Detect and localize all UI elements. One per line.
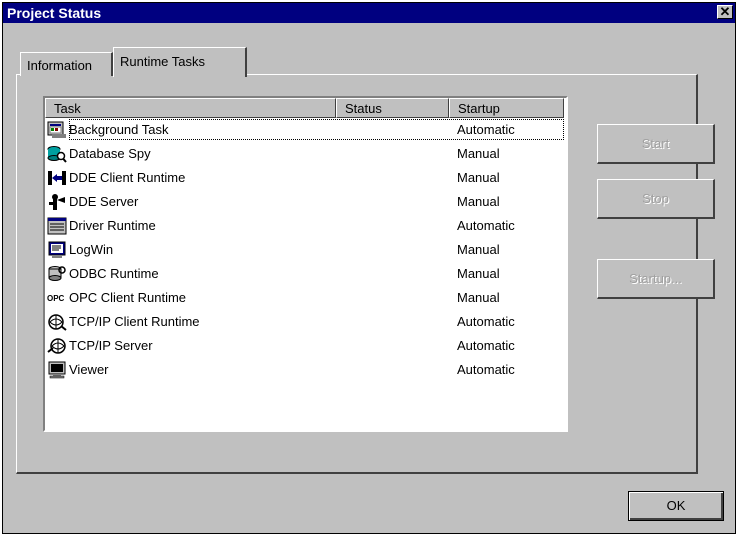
task-name: LogWin bbox=[69, 242, 114, 257]
task-startup: Automatic bbox=[457, 338, 515, 353]
task-name: DDE Server bbox=[69, 194, 139, 209]
table-row[interactable]: DDE Server Manual bbox=[45, 190, 566, 214]
database-spy-icon bbox=[47, 145, 67, 163]
column-header-task[interactable]: Task bbox=[45, 98, 336, 118]
startup-button[interactable]: Startup... bbox=[597, 259, 715, 299]
driver-runtime-icon bbox=[47, 217, 67, 235]
task-name: TCP/IP Server bbox=[69, 338, 153, 353]
task-name: DDE Client Runtime bbox=[69, 170, 186, 185]
table-row[interactable]: TCP/IP Server Automatic bbox=[45, 334, 566, 358]
column-header-status[interactable]: Status bbox=[336, 98, 449, 118]
tab-runtime-tasks-label: Runtime Tasks bbox=[120, 54, 206, 69]
table-row[interactable]: OPC OPC Client Runtime Manual bbox=[45, 286, 566, 310]
task-startup: Automatic bbox=[457, 218, 515, 233]
task-startup: Manual bbox=[457, 146, 500, 161]
tcpip-server-icon bbox=[47, 337, 67, 355]
table-row[interactable]: Database Spy Manual bbox=[45, 142, 566, 166]
task-list[interactable]: Task Status Startup Background Task Autom… bbox=[43, 96, 568, 432]
task-startup: Manual bbox=[457, 194, 500, 209]
task-startup: Manual bbox=[457, 242, 500, 257]
table-row[interactable]: LogWin Manual bbox=[45, 238, 566, 262]
column-header-status-label: Status bbox=[345, 101, 382, 116]
task-startup: Automatic bbox=[457, 362, 515, 377]
task-name: Database Spy bbox=[69, 146, 151, 161]
task-name: Viewer bbox=[69, 362, 109, 377]
table-row[interactable]: TCP/IP Client Runtime Automatic bbox=[45, 310, 566, 334]
task-startup: Automatic bbox=[457, 122, 515, 137]
table-row[interactable]: ODBC Runtime Manual bbox=[45, 262, 566, 286]
ok-button-label: OK bbox=[666, 498, 686, 513]
start-button-label: Start bbox=[641, 136, 670, 151]
dde-server-icon bbox=[47, 193, 67, 211]
close-button[interactable]: ✕ bbox=[717, 5, 733, 19]
tab-information[interactable]: Information bbox=[20, 52, 113, 76]
svg-text:OPC: OPC bbox=[47, 294, 65, 303]
task-startup: Manual bbox=[457, 266, 500, 281]
tab-runtime-tasks[interactable]: Runtime Tasks bbox=[113, 47, 247, 77]
ok-button[interactable]: OK bbox=[628, 491, 724, 521]
opc-icon: OPC bbox=[47, 289, 67, 307]
list-header: Task Status Startup bbox=[45, 98, 566, 118]
table-row[interactable]: Driver Runtime Automatic bbox=[45, 214, 566, 238]
task-startup: Manual bbox=[457, 290, 500, 305]
column-header-task-label: Task bbox=[54, 101, 81, 116]
odbc-icon bbox=[47, 265, 67, 283]
start-button[interactable]: Start bbox=[597, 124, 715, 164]
task-name: TCP/IP Client Runtime bbox=[69, 314, 200, 329]
task-name: ODBC Runtime bbox=[69, 266, 159, 281]
tcpip-client-icon bbox=[47, 313, 67, 331]
table-row[interactable]: Viewer Automatic bbox=[45, 358, 566, 382]
column-header-startup-label: Startup bbox=[458, 101, 500, 116]
background-task-icon bbox=[47, 121, 67, 139]
startup-button-label: Startup... bbox=[629, 271, 682, 286]
window-title: Project Status bbox=[7, 5, 102, 21]
title-bar: Project Status ✕ bbox=[3, 3, 735, 23]
stop-button-label: Stop bbox=[642, 191, 669, 206]
stop-button[interactable]: Stop bbox=[597, 179, 715, 219]
dde-client-icon bbox=[47, 169, 67, 187]
column-header-startup[interactable]: Startup bbox=[449, 98, 564, 118]
task-startup: Manual bbox=[457, 170, 500, 185]
task-name: Driver Runtime bbox=[69, 218, 156, 233]
task-name: OPC Client Runtime bbox=[69, 290, 187, 305]
viewer-icon bbox=[47, 361, 67, 379]
table-row[interactable]: Background Task Automatic bbox=[45, 118, 566, 142]
logwin-icon bbox=[47, 241, 67, 259]
table-row[interactable]: DDE Client Runtime Manual bbox=[45, 166, 566, 190]
tab-information-label: Information bbox=[27, 58, 93, 73]
task-name: Background Task bbox=[69, 122, 169, 137]
task-startup: Automatic bbox=[457, 314, 515, 329]
